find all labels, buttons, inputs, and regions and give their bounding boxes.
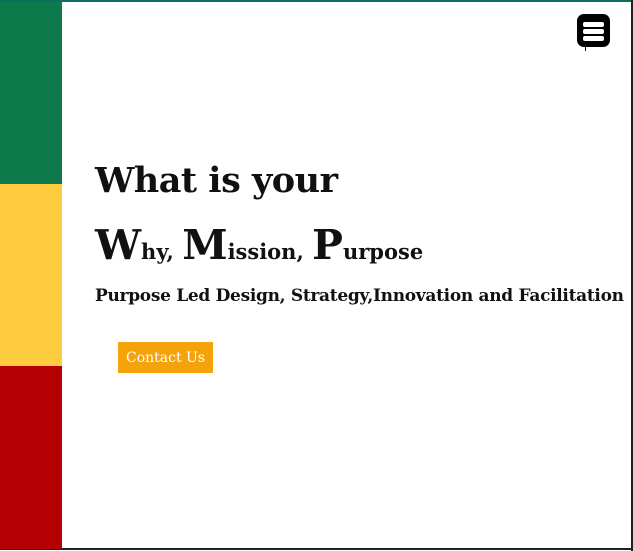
mission-rest: ission, [227, 239, 304, 264]
menu-bar [583, 29, 604, 34]
side-stripe-yellow [0, 184, 62, 366]
hero-tagline: Purpose Led Design, Strategy,Innovation … [95, 286, 624, 306]
bottom-border [0, 548, 633, 550]
side-stripe-red [0, 366, 62, 549]
mission-initial: M [182, 221, 228, 269]
hero-headline: What is your [95, 160, 338, 201]
menu-bar [583, 22, 604, 27]
top-border [0, 0, 633, 2]
hamburger-menu-icon[interactable] [577, 14, 610, 51]
menu-cursor-mark [585, 42, 586, 51]
menu-bar [583, 36, 604, 41]
side-stripe-green [0, 2, 62, 184]
purpose-initial: P [312, 221, 343, 269]
purpose-rest: urpose [342, 239, 424, 264]
why-mission-purpose-heading: Why, Mission, Purpose [95, 221, 423, 269]
contact-us-button[interactable]: Contact Us [118, 342, 213, 373]
why-rest: hy, [141, 239, 174, 264]
why-initial: W [95, 221, 142, 269]
